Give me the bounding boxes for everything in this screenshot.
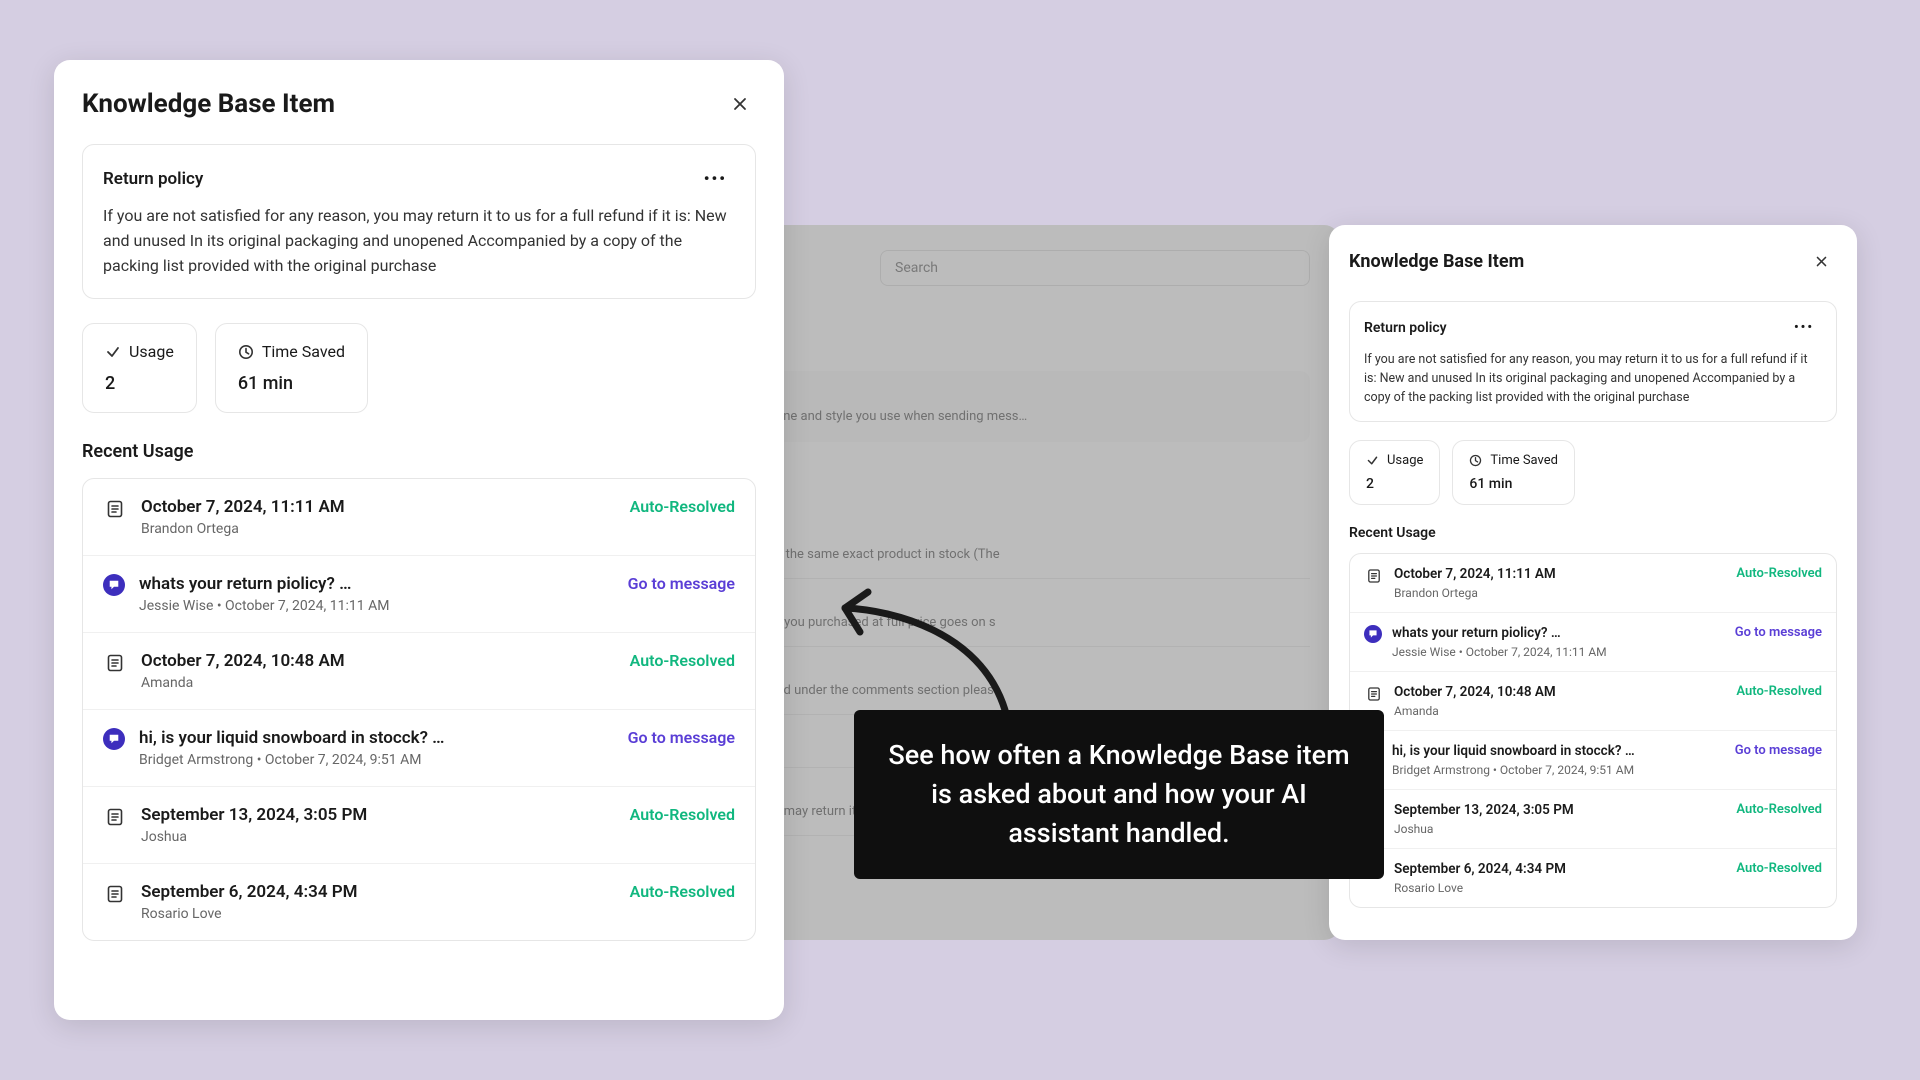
recent-usage-heading: Recent Usage [82, 441, 756, 462]
usage-row-subtitle: Brandon Ortega [1394, 586, 1726, 600]
close-button[interactable] [1805, 245, 1837, 277]
usage-row[interactable]: September 13, 2024, 3:05 PM Joshua Auto-Re… [83, 787, 755, 864]
timesaved-stat: Time Saved 61 min [215, 323, 368, 413]
usage-row[interactable]: September 6, 2024, 4:34 PM Rosario Love Au… [83, 864, 755, 940]
document-icon [103, 497, 127, 521]
usage-row-title: hi, is your liquid snowboard in stocck? … [139, 728, 614, 748]
status-auto-resolved: Auto-Resolved [1736, 684, 1822, 699]
policy-title: Return policy [103, 169, 203, 189]
kb-item-panel-large: Knowledge Base Item Return policy ••• If… [54, 60, 784, 1020]
usage-row-title: September 13, 2024, 3:05 PM [1394, 802, 1726, 818]
status-auto-resolved: Auto-Resolved [1736, 566, 1822, 581]
usage-value: 2 [1366, 476, 1423, 492]
usage-row-subtitle: Amanda [141, 675, 616, 691]
document-icon [1364, 684, 1384, 704]
status-auto-resolved: Auto-Resolved [630, 805, 735, 824]
go-to-message-link[interactable]: Go to message [628, 574, 735, 593]
usage-row-title: whats your return piolicy? … [139, 574, 614, 594]
usage-label: Usage [129, 342, 174, 361]
status-auto-resolved: Auto-Resolved [630, 651, 735, 670]
status-auto-resolved: Auto-Resolved [630, 497, 735, 516]
usage-row-subtitle: Joshua [141, 829, 616, 845]
go-to-message-link[interactable]: Go to message [628, 728, 735, 747]
policy-card: Return policy ••• If you are not satisfi… [82, 144, 756, 299]
more-menu-button[interactable]: ••• [696, 165, 735, 192]
usage-row[interactable]: September 6, 2024, 4:34 PM Rosario Love Au… [1350, 849, 1836, 907]
chat-icon [103, 574, 125, 596]
timesaved-value: 61 min [1469, 476, 1558, 492]
usage-row[interactable]: October 7, 2024, 10:48 AM Amanda Auto-Reso… [1350, 672, 1836, 731]
close-icon [1815, 255, 1828, 268]
go-to-message-link[interactable]: Go to message [1735, 743, 1822, 758]
chat-icon [1364, 625, 1382, 643]
usage-row-subtitle: Rosario Love [141, 906, 616, 922]
usage-row-title: October 7, 2024, 10:48 AM [141, 651, 616, 671]
usage-row[interactable]: October 7, 2024, 11:11 AM Brandon Ortega A… [83, 479, 755, 556]
panel-title: Knowledge Base Item [82, 89, 335, 119]
chat-icon [103, 728, 125, 750]
kb-item-panel-small: Knowledge Base Item Return policy ••• If… [1329, 225, 1857, 940]
status-auto-resolved: Auto-Resolved [630, 882, 735, 901]
usage-list: October 7, 2024, 11:11 AM Brandon Ortega A… [1349, 553, 1837, 908]
usage-row-title: September 6, 2024, 4:34 PM [141, 882, 616, 902]
usage-stat: Usage 2 [82, 323, 197, 413]
usage-row-title: September 6, 2024, 4:34 PM [1394, 861, 1726, 877]
usage-list: October 7, 2024, 11:11 AM Brandon Ortega A… [82, 478, 756, 941]
timesaved-stat: Time Saved 61 min [1452, 440, 1575, 505]
clock-icon [238, 344, 254, 360]
usage-row[interactable]: September 13, 2024, 3:05 PM Joshua Auto-Re… [1350, 790, 1836, 849]
usage-row-subtitle: Jessie Wise • October 7, 2024, 11:11 AM [1392, 645, 1725, 659]
usage-row-title: September 13, 2024, 3:05 PM [141, 805, 616, 825]
status-auto-resolved: Auto-Resolved [1736, 802, 1822, 817]
close-icon [732, 96, 748, 112]
close-button[interactable] [724, 88, 756, 120]
usage-row-title: October 7, 2024, 11:11 AM [1394, 566, 1726, 582]
more-menu-button[interactable]: ••• [1786, 316, 1822, 339]
usage-row[interactable]: hi, is your liquid snowboard in stocck? … [83, 710, 755, 787]
usage-stat: Usage 2 [1349, 440, 1440, 505]
timesaved-label: Time Saved [1490, 453, 1558, 468]
recent-usage-heading: Recent Usage [1349, 525, 1837, 541]
usage-row-subtitle: Jessie Wise • October 7, 2024, 11:11 AM [139, 598, 614, 614]
policy-body: If you are not satisfied for any reason,… [103, 204, 735, 278]
usage-row[interactable]: whats your return piolicy? … Jessie Wise … [83, 556, 755, 633]
document-icon [1364, 566, 1384, 586]
document-icon [103, 651, 127, 675]
clock-icon [1469, 454, 1482, 467]
usage-row-title: October 7, 2024, 11:11 AM [141, 497, 616, 517]
callout-text: See how often a Knowledge Base item is a… [854, 710, 1384, 879]
document-icon [103, 805, 127, 829]
usage-row-title: whats your return piolicy? … [1392, 625, 1725, 641]
usage-row[interactable]: hi, is your liquid snowboard in stocck? … [1350, 731, 1836, 790]
check-icon [105, 344, 121, 360]
status-auto-resolved: Auto-Resolved [1736, 861, 1822, 876]
timesaved-value: 61 min [238, 373, 345, 394]
usage-row[interactable]: whats your return piolicy? … Jessie Wise … [1350, 613, 1836, 672]
go-to-message-link[interactable]: Go to message [1735, 625, 1822, 640]
usage-row-subtitle: Amanda [1394, 704, 1726, 718]
usage-row-subtitle: Bridget Armstrong • October 7, 2024, 9:5… [139, 752, 614, 768]
usage-row[interactable]: October 7, 2024, 11:11 AM Brandon Ortega A… [1350, 554, 1836, 613]
usage-row-subtitle: Brandon Ortega [141, 521, 616, 537]
document-icon [103, 882, 127, 906]
policy-body: If you are not satisfied for any reason,… [1364, 351, 1822, 407]
usage-row-title: October 7, 2024, 10:48 AM [1394, 684, 1726, 700]
usage-value: 2 [105, 373, 174, 394]
policy-card: Return policy ••• If you are not satisfi… [1349, 301, 1837, 422]
usage-label: Usage [1387, 453, 1423, 468]
timesaved-label: Time Saved [262, 342, 345, 361]
usage-row-subtitle: Rosario Love [1394, 881, 1726, 895]
usage-row-subtitle: Bridget Armstrong • October 7, 2024, 9:5… [1392, 763, 1725, 777]
usage-row-title: hi, is your liquid snowboard in stocck? … [1392, 743, 1725, 759]
policy-title: Return policy [1364, 320, 1447, 336]
usage-row[interactable]: October 7, 2024, 10:48 AM Amanda Auto-Reso… [83, 633, 755, 710]
panel-title: Knowledge Base Item [1349, 251, 1524, 272]
usage-row-subtitle: Joshua [1394, 822, 1726, 836]
check-icon [1366, 454, 1379, 467]
